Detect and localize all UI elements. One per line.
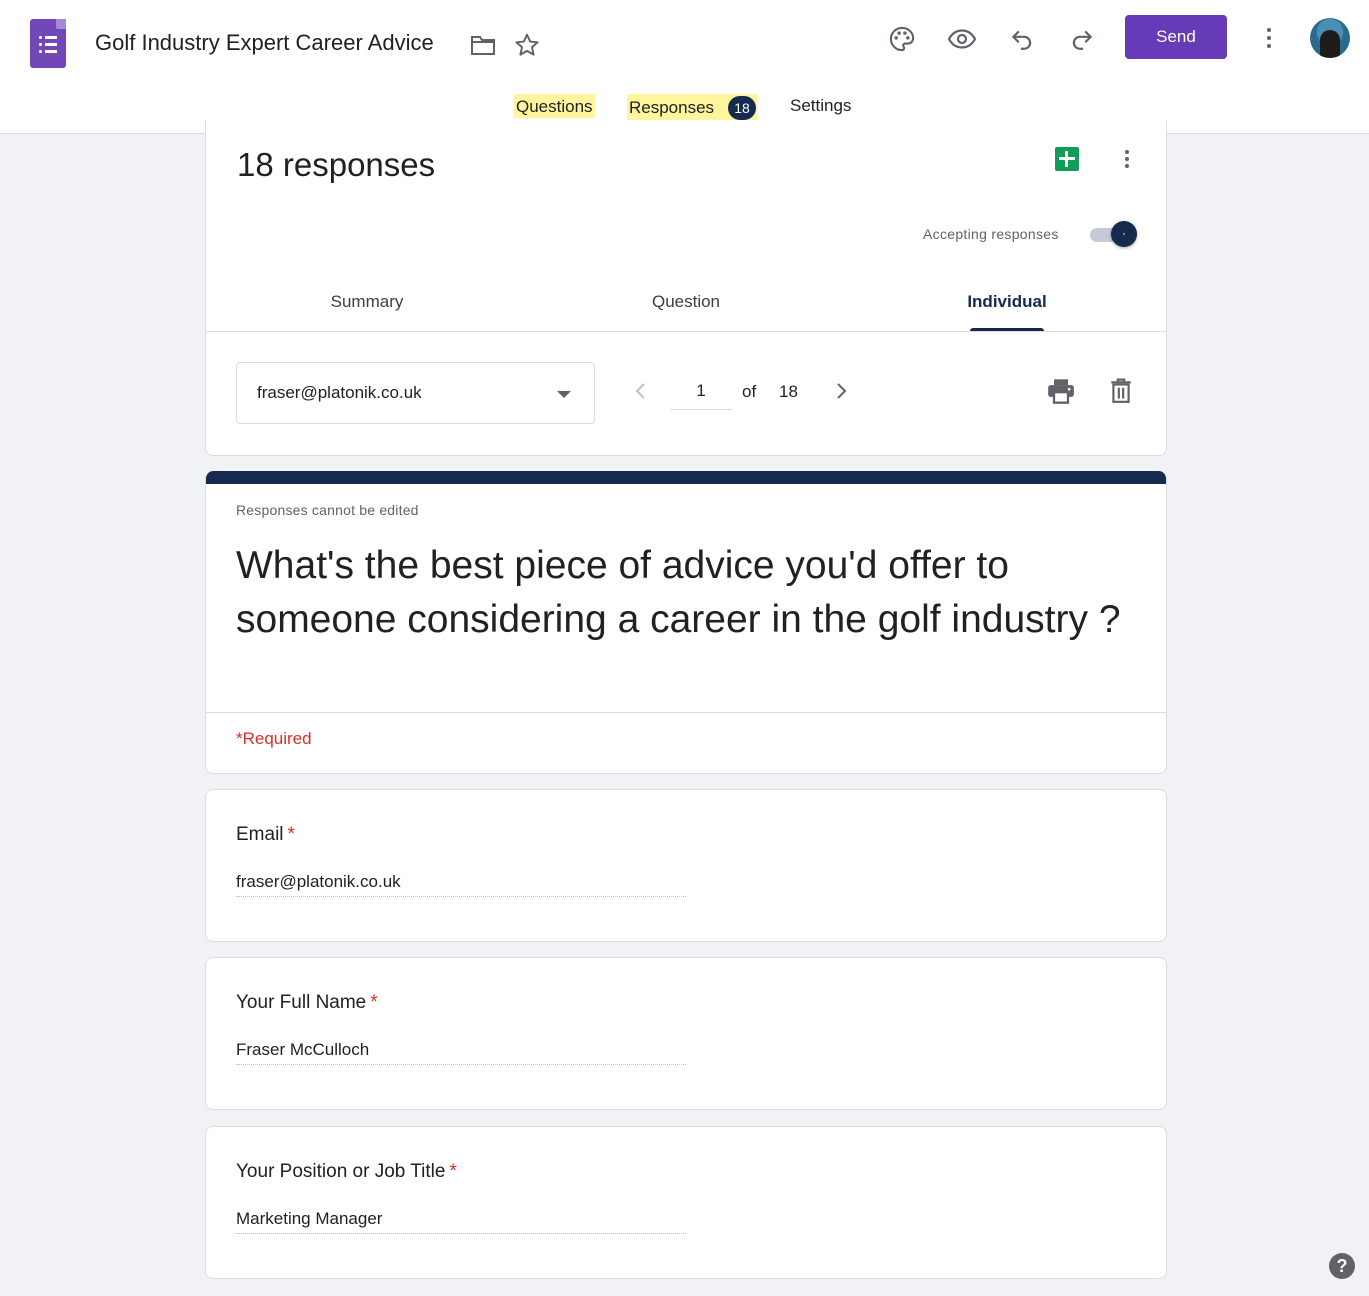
avatar[interactable] [1310, 18, 1350, 58]
delete-trash-icon[interactable] [1106, 376, 1136, 406]
star-icon[interactable] [512, 30, 542, 60]
tab-individual[interactable]: Individual [962, 292, 1052, 312]
tab-responses-text: Responses [629, 98, 715, 117]
form-theme-bar [206, 471, 1166, 484]
question-label: Your Position or Job Title * [236, 1161, 457, 1183]
respondent-select-value: fraser@platonik.co.uk [257, 383, 422, 402]
tab-summary[interactable]: Summary [327, 292, 407, 312]
required-star: * [287, 824, 295, 845]
google-sheets-icon[interactable] [1055, 147, 1079, 171]
folder-icon[interactable] [468, 30, 498, 60]
question-label-text: Your Position or Job Title [236, 1161, 446, 1182]
dropdown-arrow-icon [557, 391, 571, 398]
responses-summary-card: 18 responses Accepting responses Summary… [205, 120, 1167, 456]
responses-count-badge: 18 [728, 96, 757, 120]
tab-question[interactable]: Question [646, 292, 726, 312]
more-options-icon[interactable] [1266, 26, 1272, 50]
required-star: * [370, 992, 378, 1013]
accepting-responses-label: Accepting responses [923, 226, 1059, 242]
preview-eye-icon[interactable] [947, 24, 977, 54]
question-label: Email * [236, 824, 295, 846]
accepting-responses-toggle[interactable] [1111, 221, 1137, 247]
respondent-select[interactable]: fraser@platonik.co.uk [236, 362, 595, 424]
question-answer: fraser@platonik.co.uk [236, 872, 686, 897]
question-card: Your Full Name * Fraser McCulloch [205, 957, 1167, 1110]
required-note: *Required [236, 729, 312, 748]
form-header-card: Responses cannot be edited What's the be… [205, 471, 1167, 774]
question-card: Email * fraser@platonik.co.uk [205, 789, 1167, 942]
responses-more-icon[interactable] [1124, 148, 1130, 172]
previous-response-icon[interactable] [626, 376, 656, 406]
next-response-icon[interactable] [826, 376, 856, 406]
palette-icon[interactable] [887, 24, 917, 54]
form-heading: What's the best piece of advice you'd of… [236, 544, 1121, 641]
question-answer: Marketing Manager [236, 1209, 686, 1234]
question-label-text: Your Full Name [236, 992, 367, 1013]
send-button[interactable]: Send [1125, 15, 1227, 59]
app-header: Golf Industry Expert Career Advice Send … [0, 0, 1369, 134]
responses-not-editable-notice: Responses cannot be edited [236, 502, 419, 518]
redo-icon[interactable] [1067, 24, 1097, 54]
tab-settings-label: Settings [790, 96, 852, 115]
divider [206, 712, 1166, 713]
question-label-text: Email [236, 824, 284, 845]
question-label: Your Full Name * [236, 992, 378, 1014]
undo-icon[interactable] [1007, 24, 1037, 54]
page-of-label: of [742, 382, 757, 401]
google-forms-logo-icon[interactable] [30, 19, 66, 68]
tab-responses-label: Responses 18 [627, 94, 759, 120]
required-star: * [449, 1161, 457, 1182]
form-title[interactable]: Golf Industry Expert Career Advice [95, 30, 434, 56]
help-icon[interactable]: ? [1329, 1253, 1355, 1279]
active-subtab-indicator [970, 328, 1044, 331]
print-icon[interactable] [1046, 376, 1076, 406]
question-answer: Fraser McCulloch [236, 1040, 686, 1065]
page-total-label: 18 [779, 382, 798, 401]
response-page-input[interactable] [670, 372, 732, 410]
question-card: Your Position or Job Title * Marketing Ma… [205, 1126, 1167, 1279]
response-view-tabs: Summary Question Individual [206, 280, 1166, 332]
responses-count-title: 18 responses [237, 146, 436, 183]
tab-questions-label: Questions [514, 94, 595, 118]
